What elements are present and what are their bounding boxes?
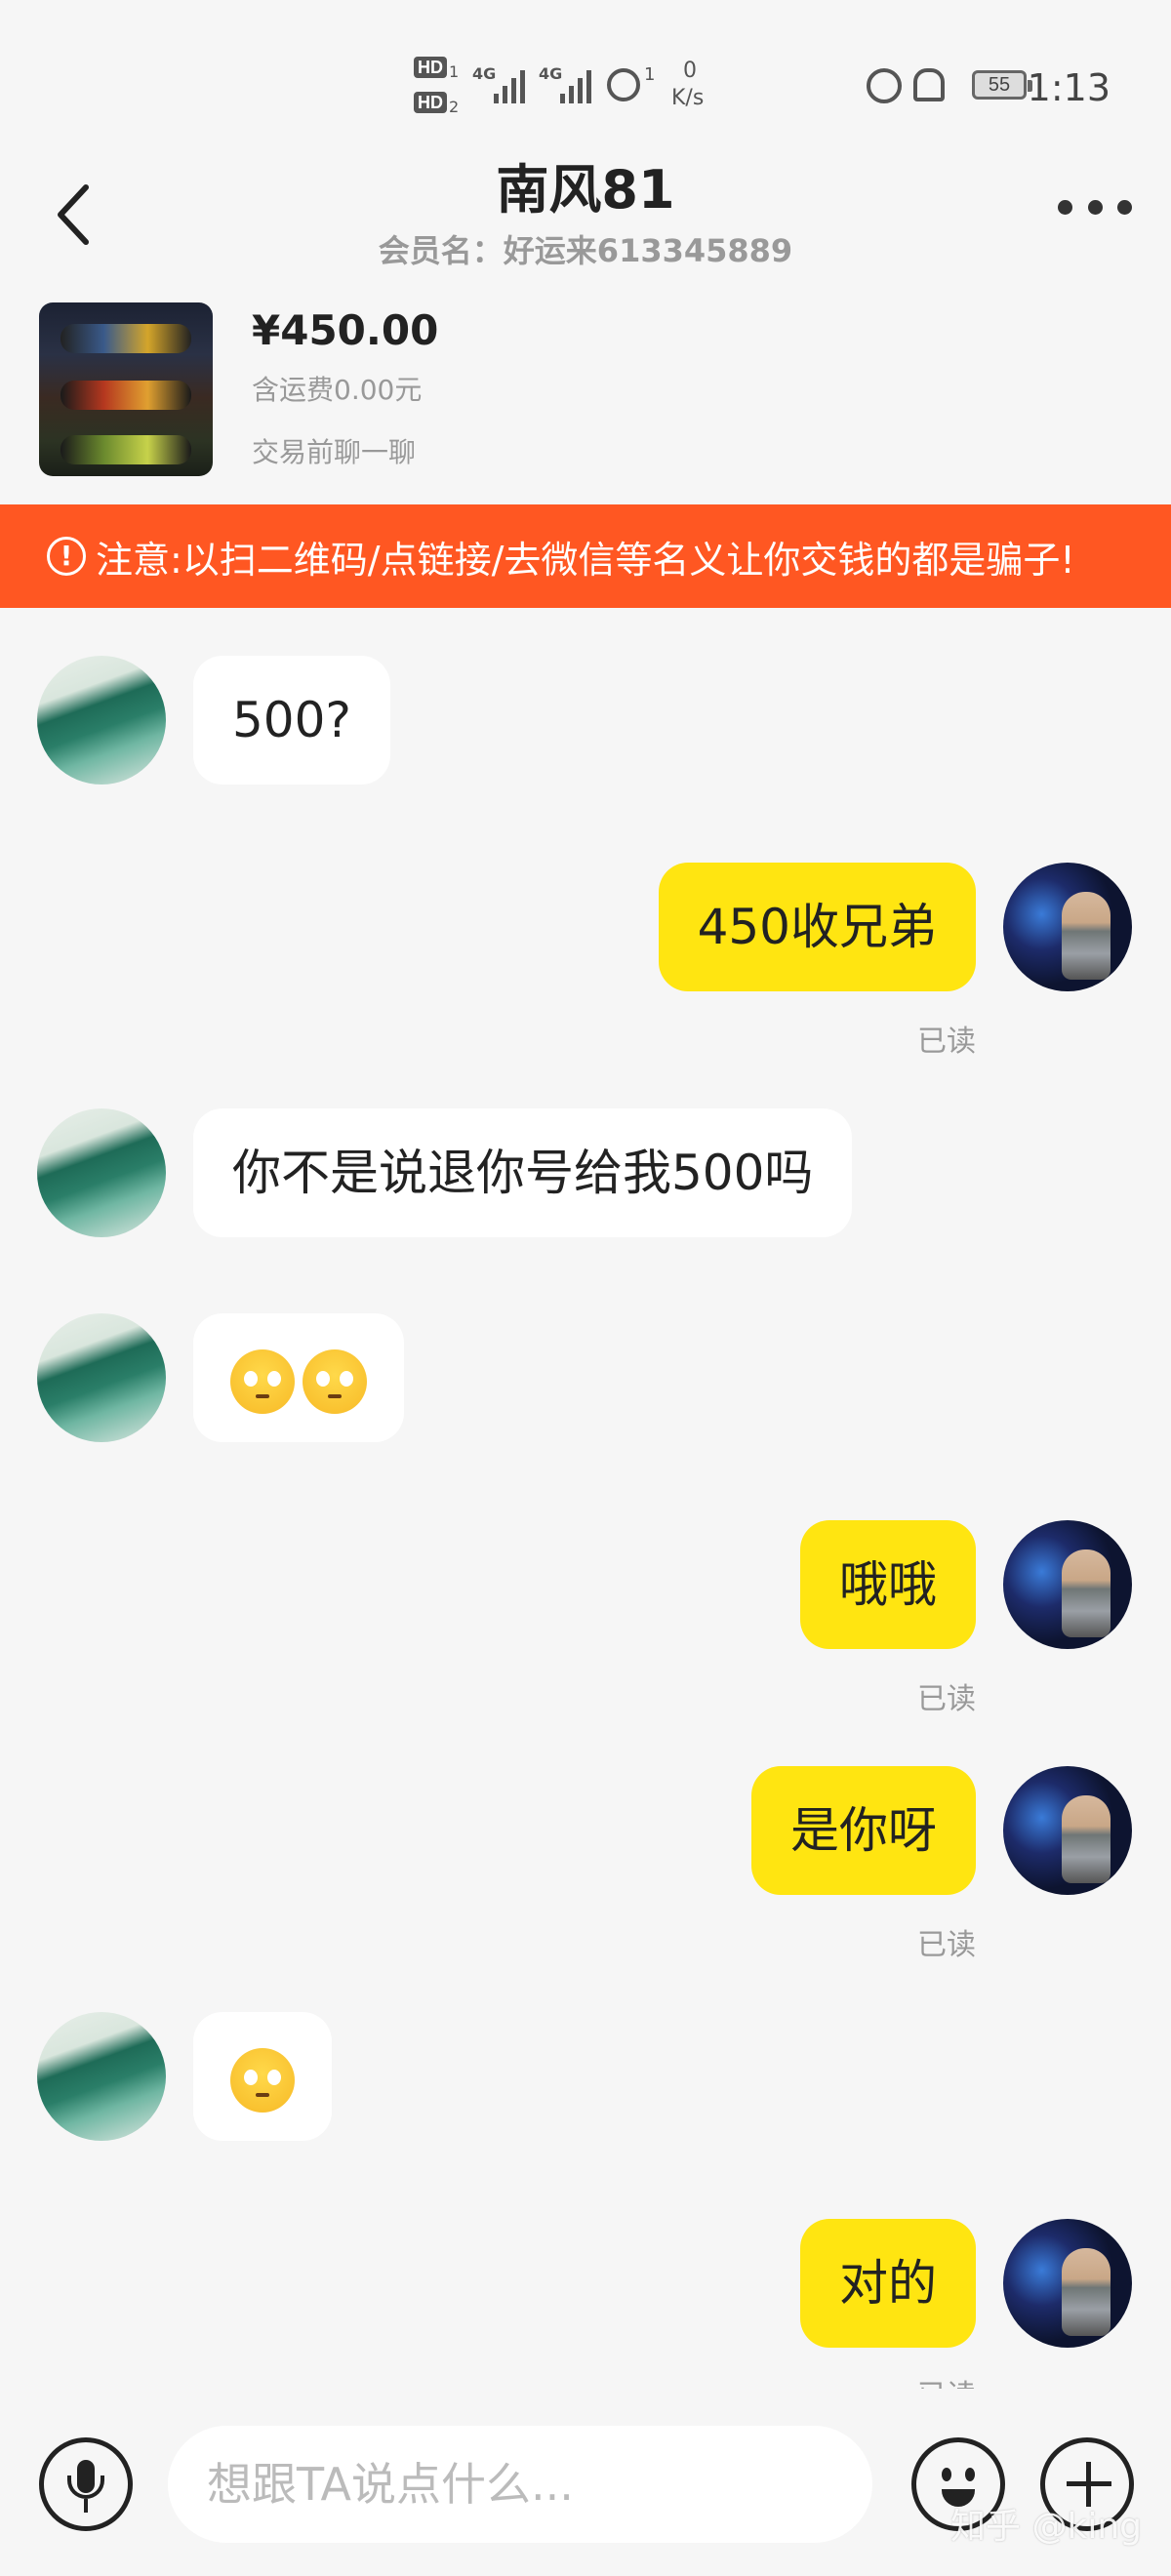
other-user-avatar[interactable]	[37, 2012, 166, 2141]
warning-icon: !	[47, 537, 86, 576]
car-image-3	[61, 435, 191, 464]
clock: 1:13	[1027, 66, 1110, 109]
product-card[interactable]: ¥450.00 含运费0.00元 交易前聊一聊	[0, 293, 1171, 498]
more-dot	[1117, 199, 1132, 215]
read-status: 已读	[917, 1682, 976, 1716]
shipping-fee: 含运费0.00元	[252, 374, 423, 406]
pleading-face-emoji	[230, 2047, 295, 2113]
message-bubble-received[interactable]: 500?	[193, 656, 390, 785]
battery-icon: 55	[972, 70, 1032, 100]
car-image-2	[61, 381, 191, 410]
message-input[interactable]: 想跟TA说点什么...	[168, 2426, 872, 2543]
speed-value: 0	[683, 59, 697, 83]
message-bubble-received[interactable]: 你不是说退你号给我500吗	[193, 1108, 853, 1237]
car-image-1	[61, 324, 191, 353]
hotspot-count: 1	[644, 64, 656, 85]
network-type-2: 4G	[539, 64, 563, 83]
watermark: 知乎 @king	[950, 2507, 1142, 2547]
mute-bell-icon	[913, 68, 945, 101]
self-avatar[interactable]	[1003, 1766, 1132, 1895]
scam-warning-banner: ! 注意:以扫二维码/点链接/去微信等名义让你交钱的都是骗子!	[0, 504, 1171, 608]
self-avatar[interactable]	[1003, 1520, 1132, 1649]
read-status: 已读	[917, 1928, 976, 1962]
message-input-bar: 想跟TA说点什么...	[0, 2400, 1171, 2576]
message-bubble-sent[interactable]: 450收兄弟	[658, 863, 976, 991]
message-bubble-sent[interactable]: 对的	[800, 2219, 976, 2348]
voice-input-button[interactable]	[39, 2437, 133, 2531]
member-name: 会员名：好运来613345889	[378, 232, 793, 269]
pleading-face-emoji	[303, 1348, 367, 1414]
other-user-avatar[interactable]	[37, 1313, 166, 1442]
speed-unit: K/s	[671, 86, 705, 110]
network-type-1: 4G	[472, 64, 497, 83]
hd2-sub: 2	[449, 98, 460, 116]
self-avatar[interactable]	[1003, 2219, 1132, 2348]
other-user-avatar[interactable]	[37, 656, 166, 785]
hotspot-icon	[607, 68, 640, 101]
status-bar: HD 1 HD 2 4G 4G 1 0 K/s 55 1:13	[0, 0, 1171, 156]
hd1-sub: 1	[449, 62, 460, 81]
page-title: 南风81	[496, 159, 675, 221]
more-options-button[interactable]	[1058, 197, 1132, 217]
hd1-icon: HD	[414, 57, 447, 78]
pleading-face-emoji	[230, 1348, 295, 1414]
read-status: 已读	[917, 1025, 976, 1059]
other-user-avatar[interactable]	[37, 1108, 166, 1237]
message-bubble-received-emoji[interactable]	[193, 2012, 332, 2141]
message-bubble-received-emoji[interactable]	[193, 1313, 404, 1442]
chat-header: 南风81 会员名：好运来613345889	[0, 137, 1171, 283]
product-thumbnail[interactable]	[39, 302, 213, 476]
hd2-icon: HD	[414, 92, 447, 113]
warning-text: 注意:以扫二维码/点链接/去微信等名义让你交钱的都是骗子!	[96, 538, 1075, 582]
message-bubble-sent[interactable]: 哦哦	[800, 1520, 976, 1649]
message-bubble-sent[interactable]: 是你呀	[751, 1766, 976, 1895]
read-status: 已读	[917, 2371, 976, 2389]
signal-icon-1	[494, 64, 525, 103]
more-dots-icon	[1058, 199, 1072, 215]
signal-icon-2	[560, 64, 591, 103]
chat-before-trade-note: 交易前聊一聊	[252, 436, 417, 468]
self-avatar[interactable]	[1003, 863, 1132, 991]
alarm-icon	[867, 68, 902, 103]
product-price: ¥450.00	[252, 306, 439, 354]
more-dot	[1087, 199, 1103, 215]
